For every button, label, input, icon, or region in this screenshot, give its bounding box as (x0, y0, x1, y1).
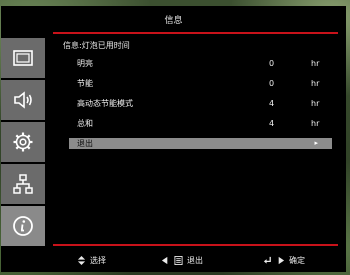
enter-icon (263, 256, 271, 264)
hint-exit: 退出 (161, 255, 203, 266)
chevron-right-icon: ▸ (314, 139, 318, 147)
osd-menu: 信息 信息:灯泡已用时间 明亮 0 hr 节能 0 hr 高动态节能模式 4 h… (1, 6, 346, 272)
row-unit: hr (311, 119, 320, 128)
network-icon (13, 174, 33, 194)
sidebar-item-settings[interactable] (1, 122, 45, 162)
exit-menu-item[interactable]: 退出 ▸ (69, 138, 332, 149)
hint-select: 选择 (77, 255, 106, 266)
right-arrow-icon (278, 256, 285, 265)
row-unit: hr (311, 99, 320, 108)
gear-icon (13, 132, 33, 152)
info-row: 高动态节能模式 4 hr (53, 94, 338, 114)
up-down-arrows-icon (77, 256, 86, 265)
section-title: 信息:灯泡已用时间 (63, 41, 130, 50)
sidebar-item-audio[interactable] (1, 80, 45, 120)
title-bar: 信息 (1, 6, 346, 32)
row-value: 4 (269, 119, 275, 128)
row-label: 高动态节能模式 (77, 99, 133, 108)
sidebar-item-info[interactable] (1, 206, 45, 246)
footer-hints: 选择 退出 确定 (53, 252, 338, 268)
title-divider (53, 32, 338, 34)
row-unit: hr (311, 59, 320, 68)
exit-hint-label: 退出 (187, 256, 203, 265)
info-row: 明亮 0 hr (53, 54, 338, 74)
sidebar-item-display[interactable] (1, 38, 45, 78)
select-label: 选择 (90, 256, 106, 265)
footer-divider (53, 244, 338, 246)
left-arrow-icon (161, 256, 168, 265)
sidebar (1, 38, 45, 248)
row-label: 明亮 (77, 59, 93, 68)
info-row: 总和 4 hr (53, 114, 338, 134)
info-row: 节能 0 hr (53, 74, 338, 94)
row-value: 0 (269, 79, 275, 88)
screen-icon (13, 50, 33, 66)
row-value: 4 (269, 99, 275, 108)
row-label: 节能 (77, 79, 93, 88)
info-icon (13, 216, 33, 236)
row-value: 0 (269, 59, 275, 68)
menu-icon (174, 256, 183, 265)
exit-label: 退出 (77, 139, 93, 148)
sidebar-item-network[interactable] (1, 164, 45, 204)
menu-title: 信息 (164, 15, 183, 26)
info-panel: 信息:灯泡已用时间 明亮 0 hr 节能 0 hr 高动态节能模式 4 hr 总… (53, 38, 338, 149)
confirm-label: 确定 (289, 256, 305, 265)
row-label: 总和 (77, 119, 93, 128)
speaker-icon (14, 91, 32, 109)
row-unit: hr (311, 79, 320, 88)
hint-confirm: 确定 (263, 255, 305, 266)
